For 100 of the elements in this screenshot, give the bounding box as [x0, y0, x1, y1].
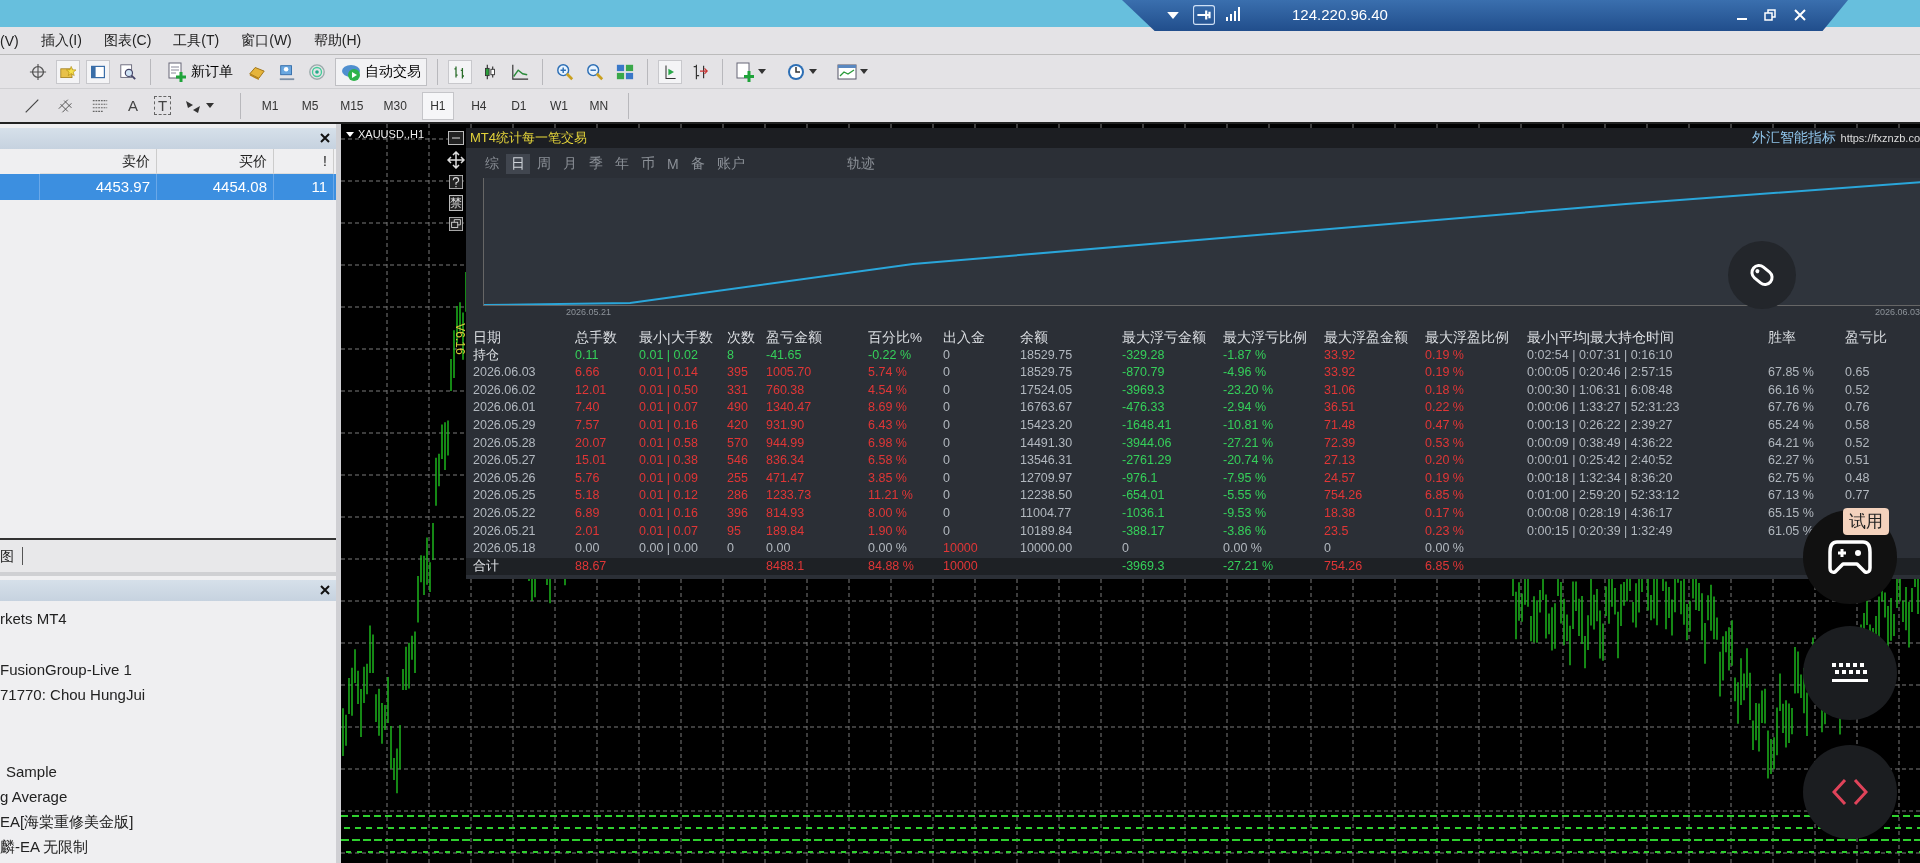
table-cell-text: 6.89 [575, 504, 601, 522]
chart-symbol-label[interactable]: XAUUSD.,H1 [346, 128, 425, 140]
table-cell-text: 4.54 % [868, 381, 908, 399]
panel-tab[interactable]: 图 [0, 547, 23, 565]
table-cell-text: -3944.06 [1122, 434, 1173, 452]
close-icon[interactable] [320, 133, 330, 143]
period-tab[interactable]: 周 [532, 154, 556, 174]
table-cell-text: 0:00:08 | 0:28:19 | 4:36:17 [1527, 504, 1674, 522]
navigator-item[interactable]: FusionGroup-Live 1 [0, 657, 336, 682]
disable-button[interactable]: 禁 [449, 195, 463, 211]
table-cell-text: 2026.05.18 [473, 540, 537, 558]
period-tab[interactable]: 年 [610, 154, 634, 174]
navigator-item[interactable]: EA[海棠重修美金版] [0, 809, 336, 834]
menu-item[interactable]: 工具(T) [162, 31, 231, 50]
menu-item[interactable]: 图表(C) [92, 31, 163, 50]
period-tab[interactable]: 季 [584, 154, 608, 174]
period-tab[interactable]: 日 [506, 154, 530, 174]
table-cell-text: 0.01 | 0.14 [639, 364, 699, 382]
period-tab[interactable]: 备 [685, 154, 710, 174]
text-tool[interactable]: A [122, 97, 144, 114]
table-cell-text: 67.76 % [1768, 399, 1815, 417]
navigator-item[interactable]: 麟-EA 无限制 [0, 834, 336, 859]
caret-icon [758, 69, 766, 74]
table-cell-text: -3.86 % [1223, 522, 1268, 540]
indicators-dropdown[interactable] [733, 59, 768, 84]
navigator-item[interactable]: rkets MT4 [0, 606, 336, 631]
table-cell-text: 合计 [473, 557, 500, 575]
document-plus-icon [735, 61, 755, 82]
table-cell-text: 0.19 % [1425, 364, 1465, 382]
period-tab[interactable]: 轨迹 [841, 154, 880, 174]
period-tab[interactable]: 账户 [711, 154, 750, 174]
timeframe-button[interactable]: M30 [378, 92, 412, 119]
table-cell-text: -7.95 % [1223, 469, 1268, 487]
table-cell-text: 62.75 % [1768, 469, 1815, 487]
bar-chart-icon[interactable] [448, 59, 472, 84]
column-header: 盈亏比 [1845, 329, 1888, 347]
period-tab[interactable]: 币 [636, 154, 660, 174]
timeframe-button[interactable]: W1 [543, 92, 574, 119]
period-tab[interactable]: M [662, 155, 684, 173]
table-cell-text: 0.01 | 0.07 [639, 399, 699, 417]
table-cell-text: 0.23 % [1425, 522, 1465, 540]
axis-label: 2026.05.21 [566, 306, 612, 319]
table-cell: 11 [274, 174, 334, 200]
table-cell-text: 2026.06.02 [473, 381, 537, 399]
caret-icon[interactable] [1167, 12, 1179, 19]
column-header: 最大浮盈金额 [1324, 329, 1409, 347]
table-cell-text: 14491.30 [1020, 434, 1074, 452]
table-cell-text: 0.01 | 0.38 [639, 452, 699, 470]
caret-icon [346, 131, 354, 137]
timeframe-button[interactable]: H4 [463, 92, 494, 119]
menu-item[interactable]: 窗口(W) [230, 31, 303, 50]
table-cell-text: 24.57 [1324, 469, 1357, 487]
navigator-item[interactable]: Sample [0, 759, 336, 784]
auto-scroll-icon[interactable] [658, 59, 682, 84]
keyboard-icon [1830, 661, 1870, 685]
table-cell-text: 0.18 % [1425, 381, 1465, 399]
timeframe-button[interactable]: M1 [255, 92, 286, 119]
table-cell-text: -1.87 % [1223, 346, 1268, 364]
table-cell-text: 0 [943, 399, 951, 417]
table-cell-text: 0.22 % [1425, 399, 1465, 417]
column-header: 百分比% [868, 329, 923, 347]
menu-item[interactable]: (V) [0, 32, 30, 49]
timeframe-button[interactable]: MN [583, 92, 614, 119]
menu-item[interactable]: 插入(I) [29, 31, 93, 50]
table-cell-text: 7.40 [575, 399, 601, 417]
table-cell-text: 0.53 % [1425, 434, 1465, 452]
timeframe-button[interactable]: H1 [421, 91, 454, 120]
auto-trading-button[interactable]: 自动交易 [335, 57, 427, 86]
minimize-icon[interactable] [448, 131, 464, 145]
table-cell-text: 0.01 | 0.16 [639, 504, 699, 522]
column-header: 盈亏金额 [766, 329, 823, 347]
period-tab[interactable]: 月 [558, 154, 582, 174]
table-cell-text: 836.34 [766, 452, 806, 470]
column-header: 最大浮亏比例 [1223, 329, 1308, 347]
timeframe-button[interactable]: D1 [503, 92, 534, 119]
window-icon[interactable] [448, 217, 464, 231]
table-cell-text: 0.47 % [1425, 416, 1465, 434]
window-icon[interactable] [86, 59, 110, 84]
timeframe-button[interactable]: M5 [295, 92, 326, 119]
table-cell-text: 10000 [943, 557, 979, 575]
pin-icon[interactable] [1193, 5, 1215, 25]
table-cell-text: 754.26 [1324, 557, 1364, 575]
table-cell-text: 1340.47 [766, 399, 813, 417]
timeframe-button[interactable]: M15 [335, 92, 369, 119]
website-link[interactable]: https://fxznzb.co [1840, 132, 1920, 144]
table-cell-text: 67.13 % [1768, 487, 1815, 505]
menu-item[interactable]: 帮助(H) [302, 31, 373, 50]
restore-icon[interactable] [1764, 9, 1776, 21]
table-cell-text: -388.17 [1122, 522, 1166, 540]
table-cell-text: 12.01 [575, 381, 608, 399]
close-icon[interactable] [320, 585, 330, 595]
table-cell-text: -3969.3 [1122, 557, 1166, 575]
new-order-button[interactable]: 新订单 [161, 57, 239, 86]
text-label-tool[interactable]: T [154, 96, 172, 115]
period-tab[interactable]: 综 [480, 154, 504, 174]
help-icon[interactable] [448, 175, 464, 189]
move-icon[interactable] [447, 151, 465, 169]
navigator-item[interactable]: g Average [0, 784, 336, 809]
table-cell-text: 72.39 [1324, 434, 1357, 452]
navigator-item[interactable]: 71770: Chou HungJui [0, 682, 336, 707]
